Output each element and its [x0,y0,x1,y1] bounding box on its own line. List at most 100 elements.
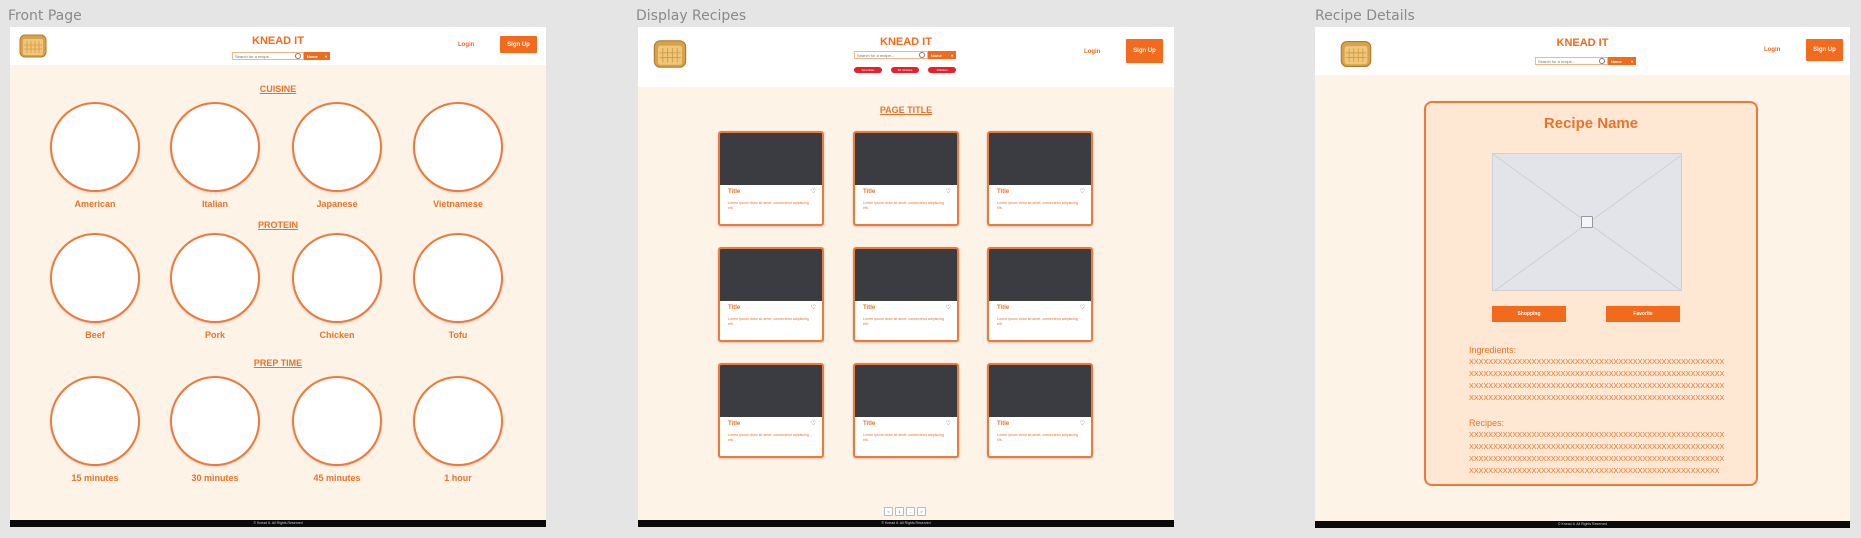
heart-icon[interactable]: ♡ [1080,189,1085,195]
recipe-card[interactable]: Title ♡ Lorem ipsum dolor sit amet, consec… [718,131,824,226]
category-circle-chicken[interactable] [292,233,382,323]
category-label-japanese[interactable]: Japanese [282,199,392,209]
pagination-prev-button[interactable]: < [884,507,893,516]
recipe-detail-card: Recipe Name Shopping Favorite Ingredient… [1424,101,1758,486]
recipe-card[interactable]: Title ♡ Lorem ipsum dolor sit amet, consec… [853,363,959,458]
search-bar [1535,57,1608,65]
heart-icon[interactable]: ♡ [1080,421,1085,427]
footer: © Knead It. All Rights Reserved [1315,521,1850,528]
category-circle-italian[interactable] [170,102,260,192]
recipe-card-image[interactable] [720,365,822,417]
recipe-card[interactable]: Title ♡ Lorem ipsum dolor sit amet, consec… [853,247,959,342]
heart-icon[interactable]: ♡ [1080,305,1085,311]
signup-button[interactable]: Sign Up [1126,39,1163,63]
recipe-card-description: Lorem ipsum dolor sit amet, consectetur … [863,433,944,442]
signup-button[interactable]: Sign Up [1806,39,1843,61]
recipe-card[interactable]: Title ♡ Lorem ipsum dolor sit amet, consec… [718,247,824,342]
category-circle-tofu[interactable] [413,233,503,323]
category-label-chicken[interactable]: Chicken [282,330,392,340]
category-label-pork[interactable]: Pork [160,330,270,340]
category-label-30-minutes[interactable]: 30 minutes [160,473,270,483]
filter-dropdown[interactable]: Name ▾ [304,52,330,60]
recipe-card[interactable]: Title ♡ Lorem ipsum dolor sit amet, consec… [987,247,1093,342]
recipe-card[interactable]: Title ♡ Lorem ipsum dolor sit amet, consec… [853,131,959,226]
pagination-ellipsis[interactable]: ... [906,507,915,516]
search-icon[interactable] [295,53,301,59]
category-circle-30-minutes[interactable] [170,376,260,466]
recipes-heading: Recipes: [1469,418,1505,428]
heart-icon[interactable]: ♡ [946,305,951,311]
ingredients-line: XXXXXXXXXXXXXXXXXXXXXXXXXXXXXXXXXXXXXXXX… [1469,357,1725,366]
recipe-card-title[interactable]: Title [863,421,875,427]
recipe-card-image[interactable] [855,249,957,301]
filter-pill-chicken[interactable]: Chicken [928,67,956,73]
search-input[interactable] [855,52,919,58]
chevron-down-icon: ▾ [324,53,327,59]
category-circle-1-hour[interactable] [413,376,503,466]
pagination-next-button[interactable]: > [917,507,926,516]
category-circle-pork[interactable] [170,233,260,323]
category-label-beef[interactable]: Beef [40,330,150,340]
filter-dropdown[interactable]: Name ▾ [928,51,956,59]
heart-icon[interactable]: ♡ [946,189,951,195]
favorite-button[interactable]: Favorite [1606,306,1680,322]
chevron-down-icon: ▾ [1630,58,1633,64]
recipe-card-title[interactable]: Title [728,305,740,311]
recipe-details-frame: KNEAD IT Name ▾ Login Sign Up Recipe Nam… [1315,27,1850,528]
recipe-card-image[interactable] [989,133,1091,185]
category-circle-japanese[interactable] [292,102,382,192]
category-label-45-minutes[interactable]: 45 minutes [282,473,392,483]
recipe-card-image[interactable] [989,365,1091,417]
category-circle-beef[interactable] [50,233,140,323]
recipe-card-title[interactable]: Title [863,189,875,195]
search-input[interactable] [1536,58,1599,64]
category-label-italian[interactable]: Italian [160,199,270,209]
search-icon[interactable] [1599,58,1605,64]
category-circle-15-minutes[interactable] [50,376,140,466]
filter-dropdown[interactable]: Name ▾ [1608,57,1636,65]
recipe-card-image[interactable] [720,249,822,301]
heart-icon[interactable]: ♡ [811,189,816,195]
heart-icon[interactable]: ♡ [811,305,816,311]
pagination-page-button[interactable]: 1 [895,507,904,516]
section-title-cuisine: CUISINE [259,84,297,94]
category-label-1-hour[interactable]: 1 hour [403,473,513,483]
recipe-card-image[interactable] [855,365,957,417]
ingredients-line: XXXXXXXXXXXXXXXXXXXXXXXXXXXXXXXXXXXXXXXX… [1469,369,1725,378]
heart-icon[interactable]: ♡ [811,421,816,427]
search-input[interactable] [233,53,295,59]
category-label-15-minutes[interactable]: 15 minutes [40,473,150,483]
recipe-card-title[interactable]: Title [997,305,1009,311]
recipe-card-description: Lorem ipsum dolor sit amet, consectetur … [863,201,944,210]
category-circle-american[interactable] [50,102,140,192]
recipe-card[interactable]: Title ♡ Lorem ipsum dolor sit amet, consec… [718,363,824,458]
login-link[interactable]: Login [1764,47,1780,53]
recipe-card-title[interactable]: Title [728,189,740,195]
category-label-american[interactable]: American [40,199,150,209]
category-label-vietnamese[interactable]: Vietnamese [403,199,513,209]
login-link[interactable]: Login [1084,49,1100,55]
recipe-card-image[interactable] [720,133,822,185]
shopping-button[interactable]: Shopping [1492,306,1566,322]
recipe-card-title[interactable]: Title [997,421,1009,427]
front-page-frame: KNEAD IT Name ▾ Login Sign Up CUISINE Am… [10,27,546,527]
signup-button[interactable]: Sign Up [500,36,537,53]
filter-dropdown-value: Name [931,52,942,58]
brand-title[interactable]: KNEAD IT [638,36,1174,48]
recipe-card-title[interactable]: Title [997,189,1009,195]
category-circle-vietnamese[interactable] [413,102,503,192]
recipe-card-title[interactable]: Title [863,305,875,311]
category-circle-45-minutes[interactable] [292,376,382,466]
category-label-tofu[interactable]: Tofu [403,330,513,340]
recipe-card-title[interactable]: Title [728,421,740,427]
recipe-card[interactable]: Title ♡ Lorem ipsum dolor sit amet, consec… [987,363,1093,458]
recipe-card-image[interactable] [855,133,957,185]
login-link[interactable]: Login [458,42,474,48]
search-icon[interactable] [919,52,925,58]
recipe-card-image[interactable] [989,249,1091,301]
filter-pill-30-minutes[interactable]: 30 minutes [891,67,919,73]
filter-pill-american[interactable]: American [854,67,882,73]
heart-icon[interactable]: ♡ [946,421,951,427]
recipe-card-description: Lorem ipsum dolor sit amet, consectetur … [863,317,944,326]
recipe-card[interactable]: Title ♡ Lorem ipsum dolor sit amet, consec… [987,131,1093,226]
